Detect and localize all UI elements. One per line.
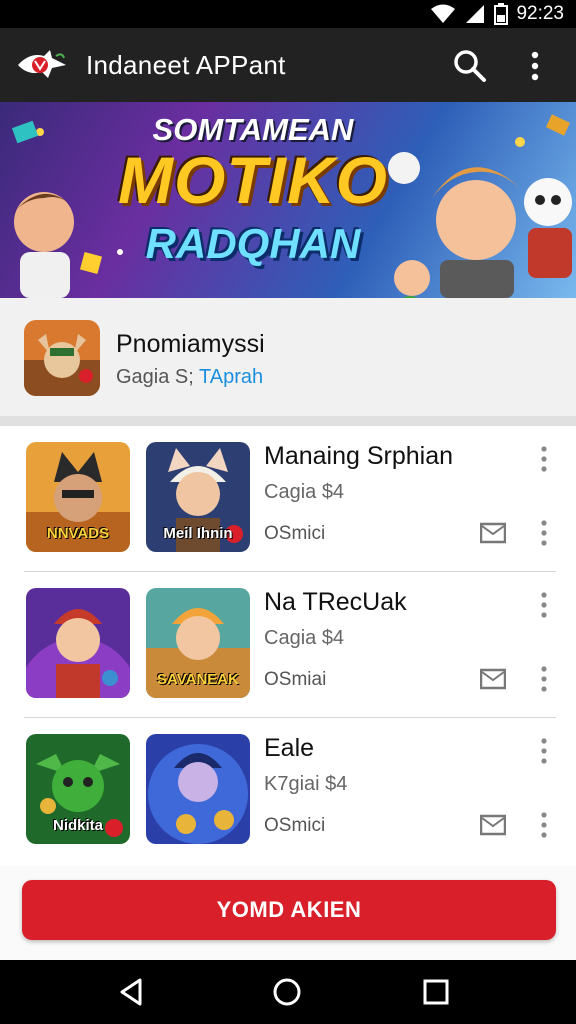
banner-line2: MOTIKO: [118, 143, 388, 217]
more-vert-icon[interactable]: [520, 48, 550, 84]
item-thumbnail[interactable]: NNVADS: [26, 442, 130, 552]
item-status: OSmici: [264, 815, 326, 836]
featured-app-price: Gagia S;: [116, 366, 194, 388]
item-title: Na TRecUak: [264, 588, 407, 616]
item-more-icon[interactable]: [532, 444, 556, 474]
list-item[interactable]: SAVANEAK Na TRecUak Cagia $4 OSmiai: [0, 572, 576, 718]
item-title: Eale: [264, 734, 315, 762]
item-overflow-icon[interactable]: [532, 810, 556, 840]
action-area: YOMD AKIEN: [0, 866, 576, 960]
featured-app-link[interactable]: TAprah: [199, 366, 263, 388]
featured-app-card[interactable]: Pnomiamyssi Gagia S; TAprah: [0, 298, 576, 416]
system-nav-bar: [0, 960, 576, 1024]
featured-app-title: Pnomiamyssi: [116, 330, 265, 358]
item-overflow-icon[interactable]: [532, 664, 556, 694]
item-status: OSmiai: [264, 669, 327, 690]
list-item[interactable]: NNVADS Meil Ihnin Manaing Srphian Cagia …: [0, 426, 576, 572]
primary-action-button[interactable]: YOMD AKIEN: [22, 880, 556, 940]
promo-banner[interactable]: SOMTAMEAN MOTIKO RADQHAN: [0, 102, 576, 298]
item-thumbnail-label: NNVADS: [46, 525, 110, 542]
status-bar: 92:23: [0, 0, 576, 28]
signal-icon: [466, 5, 485, 23]
featured-app-subtitle: Gagia S; TAprah: [116, 366, 263, 389]
item-thumbnail[interactable]: SAVANEAK: [146, 588, 250, 698]
item-thumbnail[interactable]: Nidkita: [26, 734, 130, 844]
mail-icon[interactable]: [480, 668, 506, 690]
featured-app-icon[interactable]: [24, 320, 100, 396]
item-price: Cagia $4: [264, 627, 345, 649]
section-divider: [0, 416, 576, 426]
item-thumbnail-label: SAVANEAK: [157, 671, 239, 688]
item-overflow-icon[interactable]: [532, 518, 556, 548]
mail-icon[interactable]: [480, 522, 506, 544]
back-icon[interactable]: [116, 976, 148, 1008]
home-icon[interactable]: [271, 976, 303, 1008]
item-thumbnail[interactable]: Meil Ihnin: [146, 442, 250, 552]
item-status: OSmici: [264, 523, 326, 544]
status-time: 92:23: [516, 3, 564, 24]
item-title: Manaing Srphian: [264, 442, 454, 470]
list-item[interactable]: Nidkita Eale K7giai $4 OSmici: [0, 718, 576, 864]
item-thumbnail[interactable]: [26, 588, 130, 698]
item-thumbnail[interactable]: [146, 734, 250, 844]
item-thumbnail-label: Nidkita: [52, 817, 103, 834]
item-more-icon[interactable]: [532, 736, 556, 766]
item-thumbnail-label: Meil Ihnin: [163, 525, 233, 542]
item-price: K7giai $4: [264, 773, 348, 795]
mail-icon[interactable]: [480, 814, 506, 836]
banner-line3: RADQHAN: [145, 220, 361, 267]
app-logo-icon[interactable]: [16, 48, 68, 82]
wifi-icon: [431, 4, 456, 23]
search-icon[interactable]: [452, 48, 488, 84]
battery-icon: [494, 3, 509, 25]
app-list: NNVADS Meil Ihnin Manaing Srphian Cagia …: [0, 426, 576, 866]
item-price: Cagia $4: [264, 481, 345, 503]
app-title: Indaneet APPant: [86, 50, 286, 80]
app-bar: Indaneet APPant: [0, 28, 576, 102]
recents-icon[interactable]: [420, 976, 452, 1008]
item-more-icon[interactable]: [532, 590, 556, 620]
